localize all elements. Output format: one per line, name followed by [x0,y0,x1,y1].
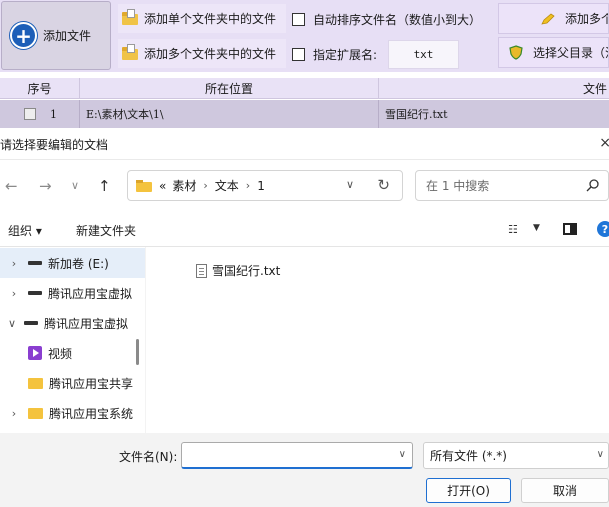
drive-icon [24,321,38,325]
checkbox-box[interactable] [292,48,305,61]
search-input[interactable]: 在 1 中搜索 [415,170,609,201]
dialog-titlebar: 请选择要编辑的文档 × [0,129,609,160]
open-button[interactable]: 打开(O) [426,478,511,503]
specify-ext-checkbox[interactable]: 指定扩展名: [292,46,377,63]
dialog-title: 请选择要编辑的文档 [0,137,109,152]
text-file-icon [196,263,207,278]
chevron-right-icon[interactable]: › [0,257,28,270]
file-item[interactable]: 雪国纪行.txt [196,262,280,279]
drive-icon [28,261,42,265]
add-multi-right-label: 添加多个 [565,12,609,26]
chevron-right-icon[interactable]: › [0,407,28,420]
drive-icon [28,291,42,295]
tree-item-label: 视频 [48,346,73,361]
col-location-header[interactable]: 所在位置 [80,78,379,98]
organize-menu[interactable]: 组织 ▾ [8,222,42,239]
folder-add-icon [122,44,138,60]
tree-item-label: 腾讯应用宝虚拟 [44,316,129,331]
add-multi-right-button[interactable]: 添加多个 [498,3,609,34]
breadcrumb-overflow[interactable]: « [159,179,166,193]
tree-item-tencent-virtual-2[interactable]: ∨ 腾讯应用宝虚拟 [0,308,145,338]
address-bar[interactable]: « 素材 › 文本 › 1 ∨ ↻ [127,170,403,201]
add-file-button[interactable]: + 添加文件 [1,1,111,70]
add-single-folder-button[interactable]: 添加单个文件夹中的文件 [118,4,286,33]
filename-input[interactable]: ∨ [181,442,413,469]
row-index-cell: 1 [0,100,80,128]
folder-icon [136,179,152,192]
navigation-pane: › 新加卷 (E:) › 腾讯应用宝虚拟 ∨ 腾讯应用宝虚拟 视频 腾讯应用宝共… [0,247,145,433]
row-checkbox[interactable] [24,108,36,120]
filetype-value: 所有文件 (*.*) [430,449,507,463]
shield-icon [509,45,523,60]
file-list-pane: 雪国纪行.txt [146,247,609,433]
file-name: 雪国纪行.txt [212,264,281,278]
checkbox-box[interactable] [292,13,305,26]
auto-sort-checkbox[interactable]: 自动排序文件名（数值小到大） [292,11,481,28]
tree-item-tencent-virtual-1[interactable]: › 腾讯应用宝虚拟 [0,278,145,308]
tree-item-tencent-shared[interactable]: 腾讯应用宝共享 [0,368,145,398]
forward-arrow-icon[interactable]: → [39,177,52,195]
breadcrumb-item[interactable]: 文本 [215,177,239,194]
app-toolbar: + 添加文件 添加单个文件夹中的文件 添加多个文件夹中的文件 自动排序文件名（数… [0,0,609,72]
folder-icon [28,377,43,389]
add-multi-folder-label: 添加多个文件夹中的文件 [144,47,277,61]
new-folder-button[interactable]: 新建文件夹 [76,222,136,239]
tree-item-label: 腾讯应用宝系统 [49,406,134,421]
plus-icon: + [10,22,37,49]
back-arrow-icon[interactable]: ← [5,177,18,195]
add-multi-folder-button[interactable]: 添加多个文件夹中的文件 [118,39,286,68]
choose-parent-button[interactable]: 选择父目录（注 [498,37,609,68]
chevron-right-icon[interactable]: › [0,287,28,300]
add-single-folder-label: 添加单个文件夹中的文件 [144,12,277,26]
table-header: 序号 所在位置 文件 [0,78,609,99]
command-bar: 组织 ▾ 新建文件夹 ☷ ▼ ? [0,212,609,247]
tree-item-label: 腾讯应用宝共享 [49,376,134,391]
tree-item-drive-e[interactable]: › 新加卷 (E:) [0,248,145,278]
video-icon [28,346,42,360]
row-location-cell: E:\素材\文本\1\ [80,100,379,128]
col-file-header[interactable]: 文件 [379,78,609,98]
preview-pane-icon[interactable] [563,223,577,235]
search-placeholder: 在 1 中搜索 [426,179,490,193]
chevron-down-icon[interactable]: ∨ [399,449,406,460]
breadcrumb-item[interactable]: 1 [257,179,265,193]
tree-item-label: 新加卷 (E:) [48,256,109,271]
recent-locations-icon[interactable]: ∨ [71,179,79,192]
choose-parent-label: 选择父目录（注 [533,46,609,60]
dialog-footer: 文件名(N): ∨ 所有文件 (*.*) ∨ 打开(O) 取消 [0,433,609,507]
breadcrumb-separator-icon[interactable]: › [246,179,250,192]
up-arrow-icon[interactable]: ↑ [98,177,111,195]
pencil-icon [541,13,555,25]
table-row[interactable]: 1 E:\素材\文本\1\ 雪国纪行.txt [0,100,609,128]
row-file-cell: 雪国纪行.txt [385,108,448,121]
add-file-label: 添加文件 [43,29,92,43]
refresh-icon[interactable]: ↻ [377,176,390,194]
chevron-down-icon[interactable]: ∨ [597,449,604,460]
chevron-down-icon[interactable]: ∨ [0,317,24,330]
tree-item-label: 腾讯应用宝虚拟 [48,286,133,301]
scrollbar-thumb[interactable] [136,339,139,365]
help-icon[interactable]: ? [597,221,609,237]
row-index: 1 [50,107,57,121]
specify-ext-label: 指定扩展名: [313,48,378,62]
breadcrumb-item[interactable]: 素材 [172,177,196,194]
extension-input[interactable]: txt [388,40,459,69]
filename-label: 文件名(N): [119,450,178,464]
tree-item-videos[interactable]: 视频 [0,338,145,368]
open-file-dialog: 请选择要编辑的文档 × ← → ∨ ↑ « 素材 › 文本 › 1 ∨ ↻ 在 … [0,129,609,507]
chevron-down-icon[interactable]: ∨ [346,178,354,191]
cancel-button[interactable]: 取消 [521,478,609,503]
folder-icon [28,407,43,419]
close-icon[interactable]: × [599,135,609,151]
breadcrumb-separator-icon[interactable]: › [203,179,207,192]
folder-add-icon [122,9,138,25]
search-icon [586,179,599,192]
tree-item-tencent-system[interactable]: › 腾讯应用宝系统 [0,398,145,428]
view-options-icon[interactable]: ☷ [508,223,518,236]
chevron-down-icon[interactable]: ▼ [533,223,540,233]
auto-sort-label: 自动排序文件名（数值小到大） [313,13,482,27]
col-index-header[interactable]: 序号 [0,78,80,98]
navigation-bar: ← → ∨ ↑ « 素材 › 文本 › 1 ∨ ↻ 在 1 中搜索 [0,160,609,212]
filetype-select[interactable]: 所有文件 (*.*) ∨ [423,442,609,469]
